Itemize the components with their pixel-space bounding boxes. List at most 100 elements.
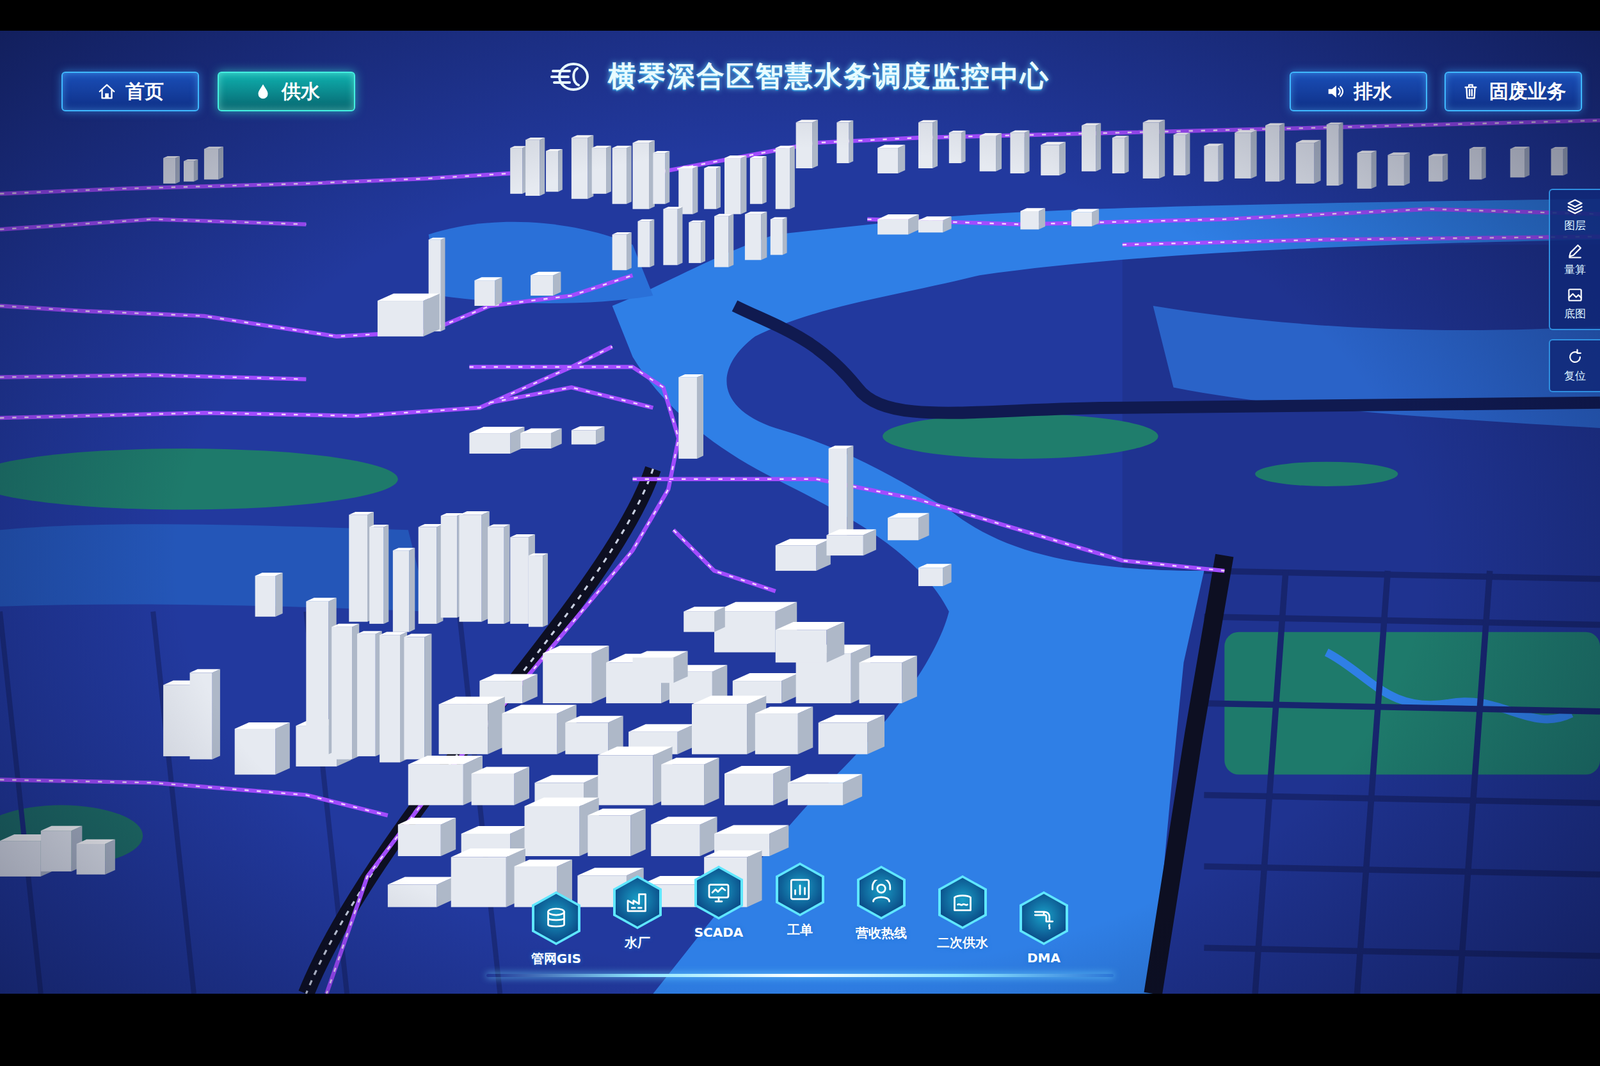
factory-icon [624,889,651,916]
pipeline-flow [673,529,776,592]
hotline-icon [868,880,895,906]
building-roof [408,755,483,765]
building [775,629,827,663]
building [408,764,464,806]
building [1265,125,1280,182]
dock-item[interactable]: 营收热线 [846,865,917,943]
dock-item[interactable]: 水厂 [602,875,673,952]
building-roof [474,277,502,281]
building-side [1279,123,1285,182]
building-side [212,669,221,760]
building-roof [439,696,505,705]
dock-glow-line [486,974,1114,978]
water-tank-icon [949,889,976,916]
building [663,209,678,266]
building-side [1159,119,1165,179]
building-roof [826,529,876,536]
building-side [1404,152,1410,186]
building [1143,122,1160,179]
nav-right: 排水固废业务 [1289,71,1583,112]
building [369,527,384,624]
building [949,132,962,164]
building-roof [510,145,527,148]
building-side [789,145,795,210]
hexagon-face [534,894,578,943]
building-side [696,374,704,459]
pipeline-flow [0,219,306,230]
pipeline-flow [632,479,1225,571]
building-roof [918,120,938,123]
building-side [423,293,440,337]
nav-button[interactable]: 排水 [1289,71,1428,112]
coast-road [734,305,1600,413]
building [471,773,515,806]
building-roof [775,538,831,546]
tool-group: 图层量算底图 [1548,188,1600,331]
dock-item[interactable]: DMA [1008,891,1080,966]
nav-button[interactable]: 供水 [217,71,356,112]
building-roof [724,766,791,774]
hexagon-frame [694,865,744,920]
building [163,158,176,184]
building [190,672,213,760]
street [1203,947,1600,957]
dock-item[interactable]: 二次供水 [927,875,998,952]
tool-button[interactable]: 图层 [1553,195,1597,236]
tool-label: 图层 [1564,218,1586,233]
building-roof [1550,147,1568,150]
building-roof [661,757,719,765]
water-pipeline [652,120,1600,174]
water-pipeline [867,209,1600,225]
nav-button[interactable]: 首页 [61,71,200,112]
hexagon-face [696,868,741,918]
park-green [1255,462,1398,487]
building [1173,134,1186,176]
building [918,567,943,587]
building [305,601,329,755]
building-side [932,120,938,169]
nav-button[interactable]: 固废业务 [1444,71,1583,112]
building-side [626,145,632,205]
building [826,535,863,556]
tool-button[interactable]: 量算 [1553,239,1597,280]
building-side [650,219,655,268]
building [828,448,848,536]
building-roof [1009,130,1030,134]
building [458,514,482,622]
building [510,537,529,624]
hexagon-face [940,878,985,927]
building-roof [637,219,655,222]
hexagon-face [859,868,904,918]
dock-item[interactable]: 工单 [764,862,836,939]
tool-button[interactable]: 底图 [1553,283,1597,324]
dashboard-screen: 首页供水横琴深合区智慧水务调度监控中心排水固废业务图层量算底图复位管网GIS水厂… [0,30,1600,994]
tool-group: 复位 [1548,339,1600,393]
building-side [494,277,502,306]
building [1009,132,1024,174]
building-roof [1081,123,1101,127]
hexagon-frame [775,862,825,917]
building-roof [487,524,510,528]
dock-item[interactable]: 管网GIS [520,891,592,968]
dock-item[interactable]: SCADA [683,865,754,941]
building-roof [1234,129,1257,133]
building-side [846,445,854,536]
building-side [408,547,415,632]
tool-button[interactable]: 复位 [1553,345,1597,386]
building-side [849,120,854,164]
building-side [741,155,747,215]
building-side [897,144,905,174]
building-roof [571,426,605,431]
pipeline-flow [1122,236,1600,246]
city-map[interactable] [0,30,1600,994]
building [204,149,219,180]
building [683,611,715,633]
building-side [218,146,224,180]
building-roof [887,513,930,519]
building [724,773,774,806]
building [597,755,653,806]
building [724,158,742,215]
building-roof [597,746,672,756]
building [836,122,849,164]
building-roof [1071,208,1099,212]
